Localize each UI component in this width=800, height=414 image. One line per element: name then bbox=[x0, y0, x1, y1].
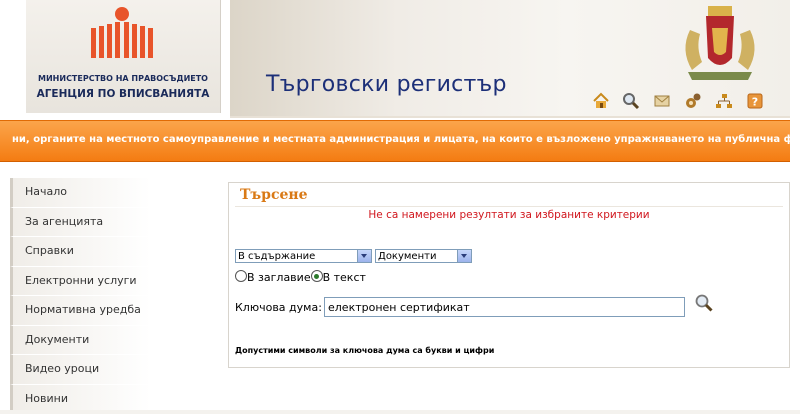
keyword-label: Ключова дума: * bbox=[235, 301, 331, 314]
home-icon[interactable] bbox=[592, 92, 610, 110]
settings-icon[interactable] bbox=[684, 92, 702, 110]
sidebar-item-video-lessons[interactable]: Видео уроци bbox=[10, 355, 210, 385]
ministry-name: МИНИСТЕРСТВО НА ПРАВОСЪДИЕТО bbox=[38, 74, 208, 83]
sidebar-item-home[interactable]: Начало bbox=[10, 178, 210, 208]
scope-select-value: В съдържание bbox=[238, 251, 316, 262]
agency-logo-mark bbox=[91, 7, 153, 58]
sidebar-item-documents[interactable]: Документи bbox=[10, 325, 210, 355]
keyword-input[interactable] bbox=[324, 297, 685, 317]
keyword-hint: Допустими символи за ключова дума са бук… bbox=[235, 346, 495, 355]
search-icon[interactable] bbox=[622, 92, 640, 110]
chevron-down-icon[interactable] bbox=[457, 250, 471, 262]
search-in-radio-group: В заглавие В текст bbox=[235, 270, 366, 284]
scope-select[interactable]: В съдържание bbox=[235, 249, 372, 263]
agency-name: АГЕНЦИЯ ПО ВПИСВАНИЯТА bbox=[36, 88, 210, 100]
news-ticker: ни, органите на местното самоуправление … bbox=[0, 120, 790, 162]
search-title: Търсене bbox=[240, 187, 308, 203]
radio-in-text-label[interactable]: В текст bbox=[323, 271, 366, 284]
chevron-down-icon[interactable] bbox=[357, 250, 371, 262]
sidebar-item-about[interactable]: За агенцията bbox=[10, 207, 210, 237]
sidebar-item-e-services[interactable]: Електронни услуги bbox=[10, 266, 210, 296]
page-edge bbox=[0, 410, 800, 414]
header-banner: Търговски регистър ? bbox=[230, 0, 790, 118]
search-panel: Търсене Не са намерени резултати за избр… bbox=[228, 182, 790, 368]
help-icon[interactable]: ? bbox=[746, 92, 764, 110]
sitemap-icon[interactable] bbox=[715, 92, 733, 110]
ticker-text: ни, органите на местното самоуправление … bbox=[12, 134, 790, 145]
radio-in-title-label[interactable]: В заглавие bbox=[247, 271, 311, 284]
page-header: МИНИСТЕРСТВО НА ПРАВОСЪДИЕТО АГЕНЦИЯ ПО … bbox=[0, 0, 800, 120]
svg-text:?: ? bbox=[752, 96, 758, 109]
agency-logo[interactable]: МИНИСТЕРСТВО НА ПРАВОСЪДИЕТО АГЕНЦИЯ ПО … bbox=[26, 0, 221, 113]
sidebar-nav: Начало За агенцията Справки Електронни у… bbox=[10, 178, 210, 414]
search-submit-icon[interactable] bbox=[694, 293, 714, 313]
sidebar-item-reports[interactable]: Справки bbox=[10, 237, 210, 267]
document-type-select[interactable]: Документи bbox=[375, 249, 472, 263]
no-results-message: Не са намерени резултати за избраните кр… bbox=[368, 209, 650, 221]
document-type-select-value: Документи bbox=[378, 251, 437, 262]
mail-icon[interactable] bbox=[653, 92, 671, 110]
coat-of-arms-icon bbox=[685, 6, 755, 80]
registry-title: Търговски регистър bbox=[266, 72, 507, 97]
sidebar-item-regulations[interactable]: Нормативна уредба bbox=[10, 296, 210, 326]
radio-in-text[interactable] bbox=[310, 270, 323, 282]
title-divider bbox=[235, 206, 783, 207]
keyword-label-text: Ключова дума: bbox=[235, 301, 322, 314]
radio-in-title[interactable] bbox=[235, 270, 247, 282]
